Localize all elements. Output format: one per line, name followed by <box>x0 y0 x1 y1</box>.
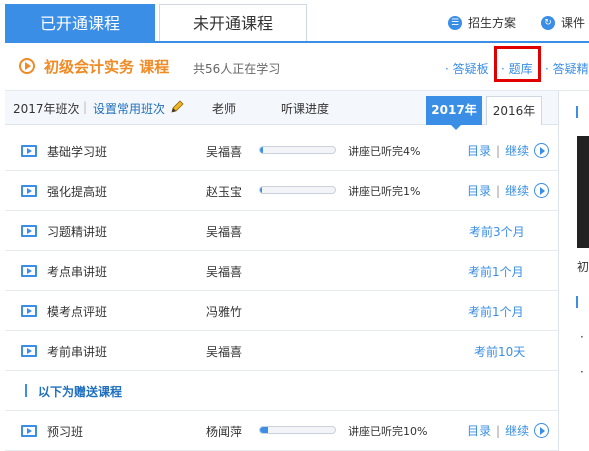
action-separator: | <box>496 143 501 158</box>
video-icon <box>21 265 37 277</box>
teacher-name: 吴福喜 <box>206 265 243 279</box>
schedule-note: 考前3个月 <box>469 225 525 239</box>
course-title: 初级会计实务 课程 <box>44 58 170 76</box>
video-icon <box>21 425 37 437</box>
thumbnail-caption: 初 <box>577 260 589 274</box>
tab-unopened-courses[interactable]: 未开通课程 <box>159 4 307 42</box>
admissions-label: 招生方案 <box>468 16 517 30</box>
play-icon[interactable] <box>534 183 550 198</box>
table-row[interactable]: 基础学习班 吴福喜 讲座已听完4% 目录 | 继续 <box>5 131 558 171</box>
table-row[interactable]: 模考点评班 冯雅竹 考前1个月 <box>5 291 558 331</box>
header-divider: | <box>83 100 88 114</box>
class-name[interactable]: 考点串讲班 <box>47 263 107 280</box>
set-common-class-link[interactable]: 设置常用班次 <box>93 100 165 117</box>
schedule-note: 考前1个月 <box>468 265 524 279</box>
teacher-name: 杨闻萍 <box>206 425 243 439</box>
continue-link[interactable]: 继续 <box>505 422 529 439</box>
courseware-link[interactable]: ↻ 课件 <box>541 14 585 31</box>
video-icon <box>21 305 37 317</box>
pencil-icon[interactable] <box>170 100 184 114</box>
progress-fill <box>260 187 263 193</box>
list-bullet: · <box>580 365 584 379</box>
qa-featured-link[interactable]: · 答疑精 <box>545 60 589 77</box>
list-bullet: · <box>580 330 584 344</box>
list-icon: ☰ <box>448 15 462 30</box>
tab-opened-courses[interactable]: 已开通课程 <box>5 4 155 42</box>
question-bank-highlight <box>494 46 541 82</box>
class-name[interactable]: 强化提高班 <box>47 183 107 200</box>
class-name[interactable]: 预习班 <box>47 423 83 440</box>
heading-marker <box>25 384 27 397</box>
teacher-header: 老师 <box>212 102 237 116</box>
learner-count: 共56人正在学习 <box>193 62 281 76</box>
admissions-link[interactable]: ☰ 招生方案 <box>448 14 516 31</box>
progress-fill <box>260 427 268 433</box>
class-name[interactable]: 考前串讲班 <box>47 343 107 360</box>
catalog-link[interactable]: 目录 <box>467 142 491 159</box>
progress-text: 讲座已听完4% <box>348 145 421 158</box>
teacher-name: 吴福喜 <box>206 145 243 159</box>
gift-heading-label: 以下为赠送课程 <box>38 385 123 399</box>
class-name[interactable]: 习题精讲班 <box>47 223 107 240</box>
catalog-link[interactable]: 目录 <box>467 422 491 439</box>
teacher-name: 冯雅竹 <box>206 305 243 319</box>
schedule-note: 考前10天 <box>474 345 526 359</box>
refresh-icon: ↻ <box>541 15 555 30</box>
catalog-link[interactable]: 目录 <box>467 182 491 199</box>
progress-bar <box>259 426 336 434</box>
action-separator: | <box>496 423 501 438</box>
progress-header: 听课进度 <box>281 102 330 116</box>
table-row[interactable]: 考点串讲班 吴福喜 考前1个月 <box>5 251 558 291</box>
teacher-name: 吴福喜 <box>206 225 243 239</box>
action-separator: | <box>496 183 501 198</box>
gift-courses-heading: 以下为赠送课程 <box>5 371 558 411</box>
qa-board-link[interactable]: · 答疑板 <box>445 60 489 77</box>
progress-bar <box>259 186 336 194</box>
class-name[interactable]: 基础学习班 <box>47 143 107 160</box>
tab-year-2017[interactable]: 2017年 <box>426 96 482 125</box>
panel-divider <box>558 91 559 451</box>
video-icon <box>21 225 37 237</box>
progress-text: 讲座已听完10% <box>348 425 428 438</box>
schedule-note: 考前1个月 <box>468 305 524 319</box>
class-year-label: 2017年班次 <box>13 102 80 116</box>
progress-text: 讲座已听完1% <box>348 185 421 198</box>
table-row[interactable]: 预习班 杨闻萍 讲座已听完10% 目录 | 继续 <box>5 411 558 451</box>
table-row[interactable]: 强化提高班 赵玉宝 讲座已听完1% 目录 | 继续 <box>5 171 558 211</box>
table-row[interactable]: 习题精讲班 吴福喜 考前3个月 <box>5 211 558 251</box>
courseware-label: 课件 <box>561 16 586 30</box>
play-icon[interactable] <box>534 423 550 438</box>
row-actions: 目录 | 继续 <box>467 142 550 159</box>
video-icon <box>21 185 37 197</box>
continue-link[interactable]: 继续 <box>505 182 529 199</box>
row-actions: 目录 | 继续 <box>467 422 550 439</box>
continue-link[interactable]: 继续 <box>505 142 529 159</box>
row-actions: 目录 | 继续 <box>467 182 550 199</box>
panel-marker <box>576 106 578 118</box>
play-circle-icon <box>19 58 35 74</box>
video-icon <box>21 345 37 357</box>
panel-marker <box>576 296 578 308</box>
progress-bar <box>259 146 336 154</box>
class-name[interactable]: 模考点评班 <box>47 303 107 320</box>
progress-fill <box>260 147 263 153</box>
tab-year-2016[interactable]: 2016年 <box>486 96 542 125</box>
year-tab-caret <box>450 124 462 130</box>
video-icon <box>21 145 37 157</box>
table-row[interactable]: 考前串讲班 吴福喜 考前10天 <box>5 331 558 371</box>
teacher-name: 吴福喜 <box>206 345 243 359</box>
play-icon[interactable] <box>534 143 550 158</box>
teacher-name: 赵玉宝 <box>206 185 243 199</box>
course-thumbnail[interactable] <box>577 136 589 248</box>
